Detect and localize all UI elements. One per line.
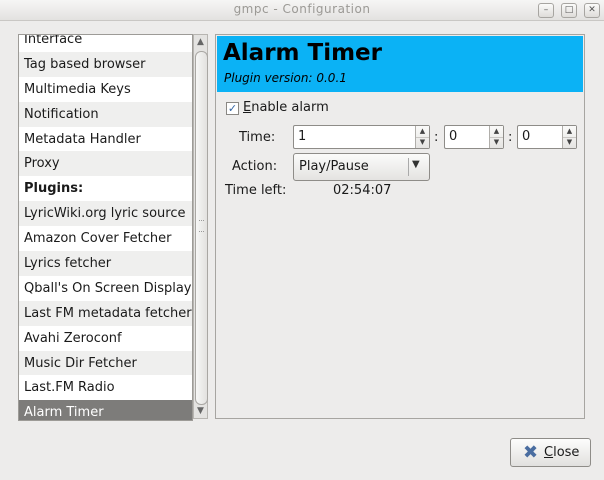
seconds-value[interactable]: 0 — [522, 129, 530, 144]
list-scrollbar[interactable]: ▲ ▼ — [193, 34, 208, 419]
seconds-spin-buttons[interactable]: ▲ ▼ — [562, 126, 576, 148]
time-label: Time: — [239, 130, 276, 145]
check-icon: ✓ — [227, 102, 238, 115]
time-separator: : — [434, 130, 439, 145]
enable-alarm-label[interactable]: Enable alarm — [243, 100, 329, 115]
list-section-header: Plugins: — [24, 181, 84, 197]
title-bar: gmpc - Configuration – □ ✕ — [0, 0, 604, 21]
list-item[interactable]: Amazon Cover Fetcher — [19, 226, 192, 251]
hours-spinner[interactable]: 1 ▲ ▼ — [293, 125, 430, 149]
minutes-value[interactable]: 0 — [449, 129, 457, 144]
enable-alarm-checkbox[interactable]: ✓ — [226, 102, 239, 115]
scroll-down-icon[interactable]: ▼ — [194, 404, 207, 418]
list-item[interactable]: Alarm Timer — [19, 400, 192, 420]
time-separator: : — [508, 130, 513, 145]
list-items: Interface Tag based browser Multimedia Key… — [19, 35, 192, 420]
list-item[interactable]: Music Dir Fetcher — [19, 350, 192, 376]
close-button-label: Close — [544, 445, 580, 460]
maximize-button[interactable]: □ — [561, 3, 577, 18]
list-item[interactable]: Proxy — [19, 151, 192, 177]
time-left-value: 02:54:07 — [333, 183, 392, 198]
plugin-banner: Alarm Timer Plugin version: 0.0.1 — [217, 36, 583, 92]
list-item[interactable]: LyricWiki.org lyric source — [19, 201, 192, 227]
list-item[interactable]: Last FM metadata fetcher — [19, 300, 192, 326]
plugin-title: Alarm Timer — [223, 40, 383, 66]
list-item[interactable]: Multimedia Keys — [19, 77, 192, 102]
spin-down-icon[interactable]: ▼ — [416, 137, 429, 148]
minutes-spin-buttons[interactable]: ▲ ▼ — [489, 126, 503, 148]
list-item[interactable]: Tag based browser — [19, 51, 192, 77]
chevron-down-icon[interactable]: ▼ — [412, 159, 420, 170]
close-button[interactable]: ✖ Close — [510, 438, 591, 467]
action-label: Action: — [232, 159, 278, 174]
scroll-up-icon[interactable]: ▲ — [194, 35, 207, 49]
spin-down-icon[interactable]: ▼ — [490, 137, 503, 148]
grip-icon — [199, 220, 204, 232]
combo-separator — [408, 158, 409, 176]
list-item[interactable]: Lyrics fetcher — [19, 251, 192, 276]
hours-spin-buttons[interactable]: ▲ ▼ — [415, 126, 429, 148]
list-item[interactable]: Qball's On Screen Display — [19, 276, 192, 301]
action-value: Play/Pause — [299, 159, 369, 174]
plugin-version: Plugin version: 0.0.1 — [224, 71, 347, 85]
list-item[interactable]: Avahi Zeroconf — [19, 326, 192, 351]
time-left-label: Time left: — [225, 183, 287, 198]
plugin-list[interactable]: Interface Tag based browser Multimedia Key… — [18, 34, 193, 421]
list-item[interactable]: Interface — [19, 35, 192, 52]
close-icon: ✖ — [523, 442, 539, 463]
minimize-button[interactable]: – — [538, 3, 554, 18]
action-dropdown[interactable]: Play/Pause ▼ — [293, 153, 430, 181]
close-window-button[interactable]: ✕ — [584, 3, 600, 18]
list-item[interactable]: Last.FM Radio — [19, 375, 192, 400]
spin-down-icon[interactable]: ▼ — [563, 137, 576, 148]
list-item[interactable]: Metadata Handler — [19, 127, 192, 152]
window-title: gmpc - Configuration — [233, 2, 371, 16]
minutes-spinner[interactable]: 0 ▲ ▼ — [444, 125, 504, 149]
hours-value[interactable]: 1 — [298, 129, 306, 144]
scrollbar-thumb[interactable] — [195, 51, 208, 405]
list-item[interactable]: Notification — [19, 101, 192, 127]
seconds-spinner[interactable]: 0 ▲ ▼ — [517, 125, 577, 149]
plugin-panel: Alarm Timer Plugin version: 0.0.1 ✓ Enab… — [215, 34, 585, 419]
